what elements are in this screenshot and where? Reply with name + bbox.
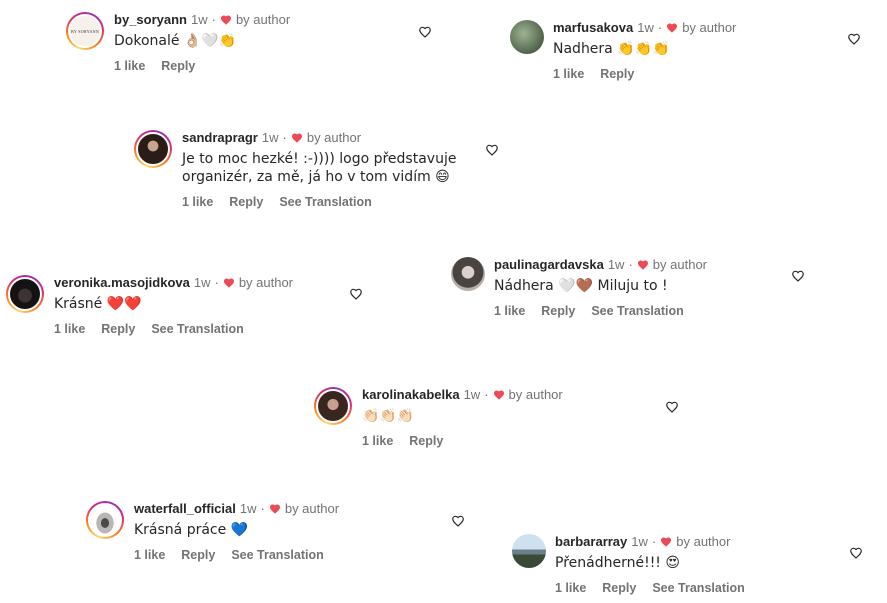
separator: · — [211, 12, 216, 27]
heart-outline-icon[interactable] — [418, 25, 432, 39]
timestamp: 1w — [637, 20, 654, 35]
likes-count[interactable]: 1 like — [54, 321, 85, 337]
author-badge: by author — [235, 12, 291, 27]
reply-button[interactable]: Reply — [602, 580, 636, 596]
separator: · — [260, 501, 265, 516]
comment-text: Nádhera 🤍🤎 Miluju to ! — [494, 278, 668, 294]
author-badge: by author — [508, 387, 563, 402]
separator: · — [484, 387, 489, 402]
comment-text-line: Je to moc hezké! :-)))) logo představuje — [182, 151, 457, 167]
avatar[interactable] — [134, 130, 172, 168]
reply-button[interactable]: Reply — [161, 58, 195, 74]
separator: · — [651, 534, 657, 549]
reply-button[interactable]: Reply — [101, 321, 135, 337]
author-badge: by author — [652, 257, 707, 272]
avatar[interactable] — [86, 501, 124, 539]
see-translation-button[interactable]: See Translation — [151, 321, 243, 337]
likes-count[interactable]: 1 like — [182, 194, 213, 210]
heart-filled-icon — [291, 133, 302, 143]
timestamp: 1w — [607, 257, 625, 272]
username[interactable]: marfusakova — [553, 20, 633, 36]
heart-filled-icon — [223, 278, 234, 288]
see-translation-button[interactable]: See Translation — [652, 580, 744, 596]
heart-outline-icon[interactable] — [791, 269, 805, 283]
comment-text: 👏🏻👏🏻👏🏻 — [362, 408, 415, 424]
avatar[interactable] — [6, 275, 44, 313]
see-translation-button[interactable]: See Translation — [591, 303, 683, 319]
likes-count[interactable]: 1 like — [553, 66, 584, 82]
comment-text: Krásná práce 💙 — [134, 522, 249, 538]
username[interactable]: waterfall_official — [134, 501, 236, 517]
heart-filled-icon — [269, 504, 280, 514]
username[interactable]: paulinagardavska — [494, 257, 604, 273]
timestamp: 1w — [631, 534, 648, 549]
username[interactable]: by_soryann — [114, 12, 187, 28]
heart-outline-icon[interactable] — [665, 400, 679, 414]
heart-outline-icon[interactable] — [849, 546, 863, 560]
separator: · — [657, 20, 663, 35]
likes-count[interactable]: 1 like — [134, 547, 165, 563]
author-badge: by author — [284, 501, 340, 516]
timestamp: 1w — [190, 12, 208, 27]
reply-button[interactable]: Reply — [600, 66, 634, 82]
timestamp: 1w — [193, 275, 211, 290]
author-badge: by author — [676, 534, 731, 549]
separator: · — [282, 130, 287, 145]
comment-text: Nadhera 👏👏👏 — [553, 41, 670, 57]
heart-outline-icon[interactable] — [451, 514, 465, 528]
avatar[interactable] — [314, 387, 352, 425]
heart-filled-icon — [661, 537, 672, 547]
timestamp: 1w — [239, 501, 257, 516]
heart-outline-icon[interactable] — [847, 32, 861, 46]
avatar[interactable] — [512, 534, 546, 568]
heart-filled-icon — [220, 15, 231, 25]
avatar[interactable]: BY SORYANN — [66, 12, 104, 50]
heart-outline-icon[interactable] — [349, 287, 363, 301]
author-badge: by author — [306, 130, 362, 145]
username[interactable]: karolinakabelka — [362, 387, 460, 403]
separator: · — [214, 275, 219, 290]
see-translation-button[interactable]: See Translation — [231, 547, 323, 563]
see-translation-button[interactable]: See Translation — [279, 194, 371, 210]
timestamp: 1w — [463, 387, 481, 402]
reply-button[interactable]: Reply — [541, 303, 575, 319]
heart-filled-icon — [493, 390, 504, 400]
author-badge: by author — [682, 20, 737, 35]
avatar[interactable] — [510, 20, 544, 54]
username[interactable]: sandrapragr — [182, 130, 258, 146]
likes-count[interactable]: 1 like — [362, 433, 393, 449]
reply-button[interactable]: Reply — [229, 194, 263, 210]
username[interactable]: veronika.masojidkova — [54, 275, 190, 291]
likes-count[interactable]: 1 like — [114, 58, 145, 74]
comment-text: Dokonalé 👌🏼🤍👏 — [114, 33, 237, 49]
heart-filled-icon — [637, 260, 648, 270]
reply-button[interactable]: Reply — [409, 433, 443, 449]
likes-count[interactable]: 1 like — [555, 580, 586, 596]
avatar-logo-text: BY SORYANN — [70, 28, 100, 34]
author-badge: by author — [238, 275, 294, 290]
heart-outline-icon[interactable] — [485, 143, 499, 157]
likes-count[interactable]: 1 like — [494, 303, 525, 319]
reply-button[interactable]: Reply — [181, 547, 215, 563]
comment-text-line: organizér, za mě, já ho v tom vidím 😄 — [182, 169, 450, 185]
comment-text: Přenádherné!!! 😍 — [555, 555, 680, 571]
separator: · — [628, 257, 633, 272]
heart-filled-icon — [667, 23, 678, 33]
timestamp: 1w — [261, 130, 279, 145]
comment-text: Krásné ❤️❤️ — [54, 296, 142, 312]
username[interactable]: barbararray — [555, 534, 627, 550]
comment-text: Je to moc hezké! :-)))) logo představuje… — [182, 150, 456, 186]
avatar[interactable] — [451, 257, 485, 291]
